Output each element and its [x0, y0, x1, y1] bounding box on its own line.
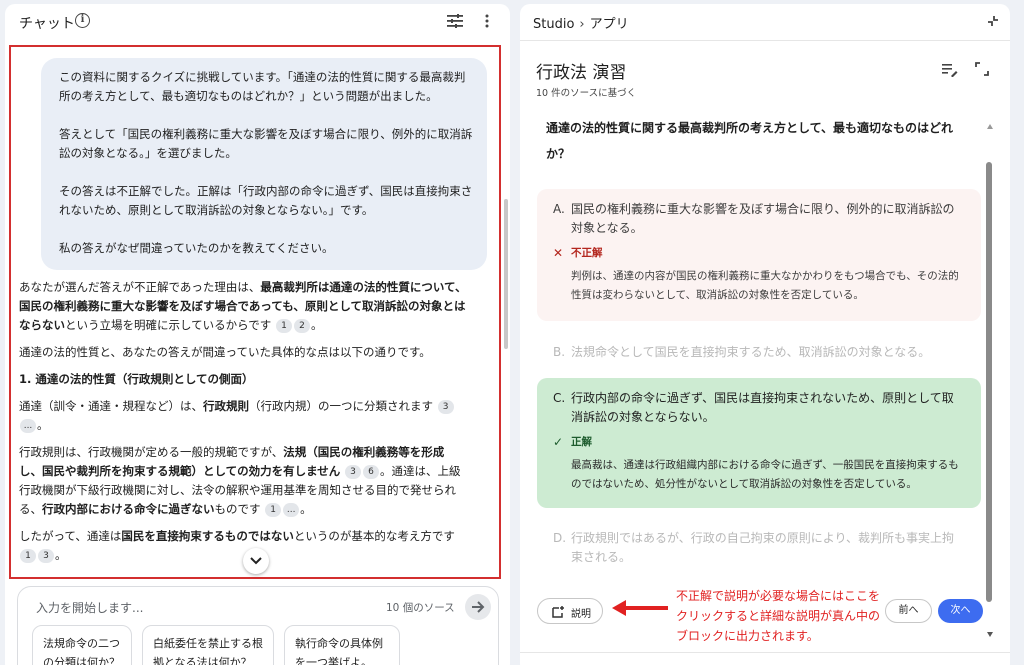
studio-scrollbar[interactable]: [986, 162, 992, 602]
chat-scrollbar[interactable]: [504, 199, 508, 349]
answer-text: （行政内規）の一つに分類されます: [249, 399, 433, 413]
user-message-bubble: この資料に関するクイズに挑戦しています。「通達の法的性質に関する最高裁判所の考え…: [41, 58, 487, 270]
option-letter: A.: [553, 202, 565, 216]
explain-sparkle-icon: [552, 606, 564, 618]
header-divider: [520, 40, 1010, 41]
answer-bold-text: 行政内部における命令に過ぎない: [42, 502, 215, 516]
annotation-arrow-icon: [612, 600, 668, 616]
option-text: 法規命令として国民を直接拘束するため、取消訴訟の対象となる。: [571, 345, 931, 359]
expand-icon[interactable]: [975, 62, 989, 76]
answer-text: という立場を明確に示しているからです: [65, 318, 272, 332]
citation-chip[interactable]: 6: [362, 464, 379, 479]
arrow-right-icon: [472, 601, 485, 613]
option-letter: B.: [553, 345, 566, 359]
breadcrumb: Studio › アプリ: [533, 13, 629, 32]
user-message-line: その答えは不正解でした。正解は「行政内部の命令に過ぎず、国民は直接拘束されないた…: [59, 184, 473, 217]
answer-option-a[interactable]: A. 国民の権利義務に重大な影響を及ぼす場合に限り、例外的に取消訴訟の対象となる…: [537, 189, 981, 321]
answer-text: あなたが選んだ答えが不正解であった理由は、: [19, 280, 261, 294]
chat-input-box[interactable]: 入力を開始します... 10 個のソース 法規命令の二つの分類は何か？ 白紙委任…: [17, 586, 499, 665]
send-button[interactable]: [465, 594, 491, 620]
studio-panel: Studio › アプリ 行政法 演習 10 件のソースに基づく 通達の法的性質に関…: [520, 4, 1010, 665]
suggestion-chip[interactable]: 白紙委任を禁止する根拠となる法は何か？: [142, 625, 274, 665]
answer-heading: 1. 通達の法的性質（行政規則としての側面）: [19, 370, 467, 389]
explain-button[interactable]: 説明: [537, 598, 603, 624]
close-icon: ✕: [553, 246, 564, 260]
verdict-label: 不正解: [571, 247, 603, 259]
chevron-down-icon: [250, 557, 262, 565]
answer-text: 行政規則は、行政機関が定める一般的規範ですが、: [19, 445, 284, 459]
answer-bold-text: 国民を直接拘束するものではない: [121, 529, 294, 543]
prev-button[interactable]: 前へ: [885, 599, 932, 623]
more-options-icon[interactable]: [482, 13, 492, 29]
answer-paragraph: 通達（訓令・通達・規程など）は、行政規則（行政内規）の一つに分類されます 3 .…: [19, 397, 467, 435]
quiz-source-note: 10 件のソースに基づく: [536, 88, 637, 99]
user-message-line: この資料に関するクイズに挑戦しています。「通達の法的性質に関する最高裁判所の考え…: [59, 70, 466, 103]
suggestion-chip[interactable]: 執行命令の具体例を一つ挙げよ。: [284, 625, 400, 665]
verdict-incorrect: ✕ 不正解: [553, 244, 965, 263]
suggestion-chip[interactable]: 法規命令の二つの分類は何か？: [32, 625, 132, 665]
scroll-down-arrow[interactable]: [987, 632, 993, 637]
verdict-correct: ✓ 正解: [553, 433, 965, 452]
assistant-answer: あなたが選んだ答えが不正解であった理由は、最高裁判所は通達の法的性質について、国…: [19, 278, 467, 573]
breadcrumb-root[interactable]: Studio: [533, 17, 574, 32]
option-text: 行政規則ではあるが、行政の自己拘束の原則により、裁判所も事実上拘束される。: [571, 531, 955, 564]
info-icon[interactable]: i: [75, 13, 90, 28]
chat-panel: チャット i この資料に関するクイズに挑戦しています。「通達の法的性質に関する最…: [5, 4, 510, 665]
user-message-line: 私の答えがなぜ間違っていたのかを教えてください。: [59, 241, 334, 255]
answer-paragraph: あなたが選んだ答えが不正解であった理由は、最高裁判所は通達の法的性質について、国…: [19, 280, 467, 333]
chat-messages: この資料に関するクイズに挑戦しています。「通達の法的性質に関する最高裁判所の考え…: [13, 48, 499, 576]
annotation-note: 不正解で説明が必要な場合にはここをクリックすると詳細な説明が真ん中のブロックに出…: [676, 589, 881, 643]
scroll-up-arrow[interactable]: [987, 124, 993, 129]
answer-text: というのが基本的な考え方です: [293, 529, 455, 543]
footer-divider: [520, 652, 1010, 653]
quiz-question: 通達の法的性質に関する最高裁判所の考え方として、最も適切なものはどれか？: [546, 121, 954, 161]
answer-heading-text: 1. 通達の法的性質（行政規則としての側面）: [19, 372, 254, 386]
user-message-line: 答えとして「国民の権利義務に重大な影響を及ぼす場合に限り、例外的に取消訴訟の対象…: [59, 127, 473, 160]
chat-input[interactable]: 入力を開始します...: [36, 599, 143, 616]
scroll-to-bottom-button[interactable]: [243, 548, 269, 574]
chevron-right-icon: ›: [579, 17, 585, 32]
breadcrumb-current: アプリ: [589, 17, 629, 32]
option-text: 国民の権利義務に重大な影響を及ぼす場合に限り、例外的に取消訴訟の対象となる。: [571, 202, 955, 235]
citation-chip[interactable]: 1: [265, 502, 282, 517]
answer-option-c[interactable]: C. 行政内部の命令に過ぎず、国民は直接拘束されないため、原則として取消訴訟の対…: [537, 378, 981, 508]
collapse-icon[interactable]: [986, 14, 1000, 28]
tune-icon[interactable]: [447, 14, 463, 28]
citation-chip[interactable]: 3: [344, 464, 361, 479]
citation-chip[interactable]: 2: [293, 318, 310, 333]
answer-paragraph: 行政規則は、行政機関が定める一般的規範ですが、法規（国民の権利義務等を形成し、国…: [19, 445, 461, 517]
citation-chip[interactable]: 1: [20, 548, 36, 563]
citation-chip[interactable]: 3: [38, 548, 54, 563]
answer-text: 通達（訓令・通達・規程など）は、: [19, 399, 203, 413]
option-letter: C.: [553, 391, 566, 405]
citation-chip[interactable]: 3: [437, 399, 454, 414]
answer-option-d[interactable]: D. 行政規則ではあるが、行政の自己拘束の原則により、裁判所も事実上拘束される。: [537, 518, 981, 570]
answer-text: ものです: [214, 502, 261, 516]
answer-bold-text: 行政規則: [203, 399, 249, 413]
explain-button-label: 説明: [571, 609, 591, 620]
option-text: 行政内部の命令に過ぎず、国民は直接拘束されないため、原則として取消訴訟の対象とな…: [571, 391, 954, 424]
source-count: 10 個のソース: [386, 602, 455, 614]
citation-chip[interactable]: ...: [20, 418, 36, 433]
edit-notes-icon[interactable]: [942, 63, 958, 77]
citation-chip[interactable]: 1: [275, 318, 292, 333]
option-letter: D.: [553, 531, 567, 545]
quiz-title: 行政法 演習: [536, 63, 627, 83]
chat-title: チャット: [19, 16, 75, 32]
answer-option-b[interactable]: B. 法規命令として国民を直接拘束するため、取消訴訟の対象となる。: [537, 332, 981, 368]
answer-text: したがって、通達は: [19, 529, 122, 543]
next-button[interactable]: 次へ: [938, 599, 983, 623]
verdict-label: 正解: [571, 436, 592, 448]
option-explanation: 判例は、通達の内容が国民の権利義務に重大なかかわりをもつ場合でも、その法的性質は…: [571, 270, 959, 301]
option-explanation: 最高裁は、通達は行政組織内部における命令に過ぎず、一般国民を直接拘束するものでは…: [571, 459, 959, 490]
check-icon: ✓: [553, 435, 564, 449]
answer-paragraph: 通達の法的性質と、あなたの答えが間違っていた具体的な点は以下の通りです。: [19, 345, 431, 359]
citation-chip[interactable]: ...: [283, 502, 300, 517]
chat-header: チャット i: [5, 4, 510, 40]
